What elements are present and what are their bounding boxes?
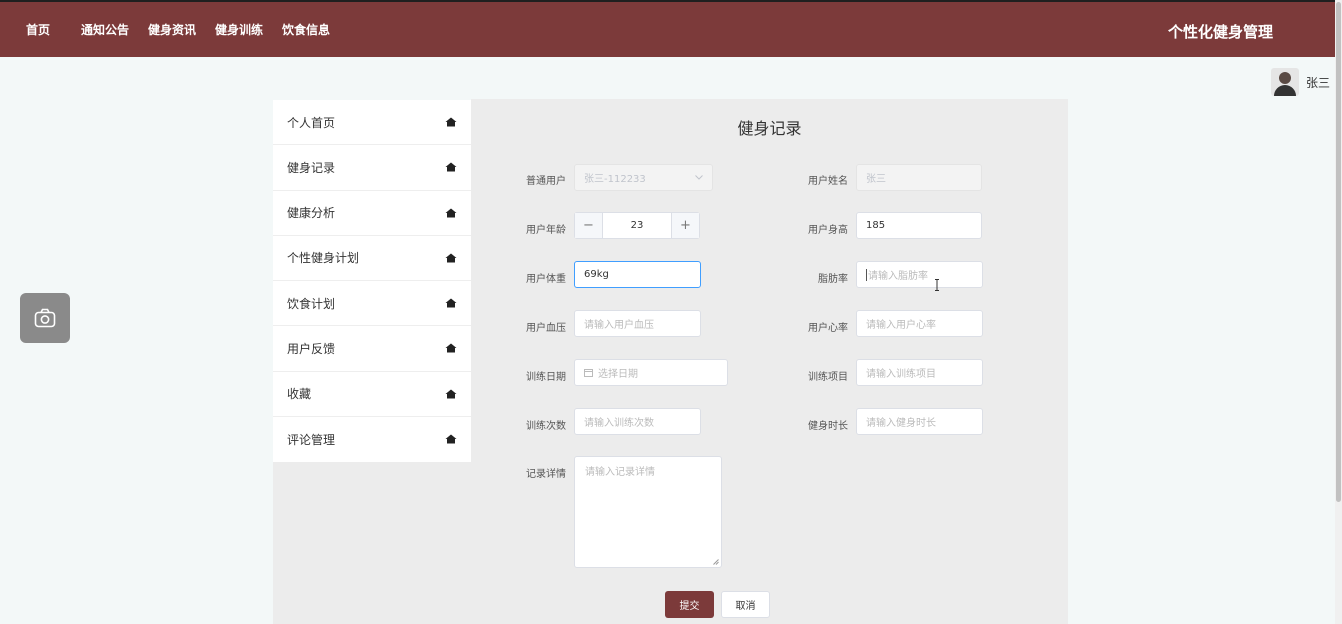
duration-field[interactable]: 请输入健身时长 [856, 408, 983, 435]
detail-placeholder: 请输入记录详情 [585, 467, 655, 478]
sidebar-item-label: 饮食计划 [287, 296, 336, 311]
home-icon [445, 343, 457, 353]
duration-label: 健身时长 [808, 421, 848, 432]
height-field[interactable]: 185 [856, 212, 982, 239]
home-icon [445, 434, 457, 444]
user-name-field: 张三 [856, 164, 982, 191]
scrollbar[interactable] [1335, 0, 1342, 624]
nav-notices[interactable]: 通知公告 [81, 21, 129, 38]
home-icon [445, 253, 457, 263]
user-menu[interactable]: 张三 [1271, 68, 1330, 96]
blood-pressure-placeholder: 请输入用户血压 [584, 320, 654, 331]
nav-fitness-news[interactable]: 健身资讯 [148, 21, 196, 38]
sidebar-item-label: 健身记录 [287, 160, 336, 175]
nav-fitness-training[interactable]: 健身训练 [215, 21, 263, 38]
detail-label: 记录详情 [526, 469, 566, 480]
home-icon [445, 298, 457, 308]
sidebar-item-label: 评论管理 [287, 432, 336, 447]
user-type-label: 普通用户 [526, 176, 566, 187]
weight-label: 用户体重 [526, 274, 566, 285]
train-date-placeholder: 选择日期 [598, 369, 638, 380]
age-decrement-button[interactable]: − [575, 213, 603, 238]
height-value: 185 [866, 220, 886, 231]
panel-background [273, 462, 471, 624]
sidebar-item-label: 个性健身计划 [287, 251, 360, 266]
user-type-value: 张三-112233 [584, 174, 646, 185]
sidebar-item-fitness-plan[interactable]: 个性健身计划 [273, 236, 471, 281]
sidebar-item-diet-plan[interactable]: 饮食计划 [273, 281, 471, 327]
train-count-label: 训练次数 [526, 421, 566, 432]
user-name-value: 张三 [866, 174, 886, 185]
train-count-field[interactable]: 请输入训练次数 [574, 408, 701, 435]
sidebar-item-personal-home[interactable]: 个人首页 [273, 100, 471, 146]
sidebar-item-label: 用户反馈 [287, 341, 336, 356]
nav-home[interactable]: 首页 [26, 21, 50, 38]
sidebar-item-comments[interactable]: 评论管理 [273, 417, 471, 462]
train-date-picker[interactable]: 选择日期 [574, 359, 728, 386]
blood-pressure-label: 用户血压 [526, 323, 566, 334]
train-date-label: 训练日期 [526, 372, 566, 383]
nav-diet-info[interactable]: 饮食信息 [282, 21, 330, 38]
age-value[interactable]: 23 [603, 213, 671, 238]
avatar[interactable] [1271, 68, 1299, 96]
camera-icon [34, 308, 56, 328]
sidebar-item-feedback[interactable]: 用户反馈 [273, 326, 471, 372]
body-fat-placeholder: 请输入脂肪率 [868, 271, 928, 282]
site-title: 个性化健身管理 [1168, 23, 1274, 41]
weight-field[interactable]: 69kg [574, 261, 701, 288]
body-fat-field[interactable]: 请输入脂肪率 [856, 261, 983, 288]
user-type-select: 张三-112233 [574, 164, 713, 191]
duration-placeholder: 请输入健身时长 [866, 418, 936, 429]
age-increment-button[interactable]: + [671, 213, 699, 238]
sidebar-item-health-analysis[interactable]: 健康分析 [273, 191, 471, 236]
page-title: 健身记录 [737, 119, 802, 138]
cancel-button[interactable]: 取消 [721, 591, 770, 618]
sidebar-menu: 个人首页 健身记录 健康分析 个性健身计划 饮食计划 用户反馈 收藏 评论管理 [273, 100, 471, 462]
calendar-icon [584, 369, 593, 377]
height-label: 用户身高 [808, 225, 848, 236]
detail-textarea[interactable]: 请输入记录详情 [574, 456, 722, 568]
sidebar-item-fitness-record[interactable]: 健身记录 [273, 145, 471, 191]
train-item-placeholder: 请输入训练项目 [866, 369, 936, 380]
heart-rate-field[interactable]: 请输入用户心率 [856, 310, 983, 337]
home-icon [445, 117, 457, 127]
top-nav-bar: 首页 通知公告 健身资讯 健身训练 饮食信息 个性化健身管理 [0, 0, 1342, 57]
submit-button[interactable]: 提交 [665, 591, 714, 618]
blood-pressure-field[interactable]: 请输入用户血压 [574, 310, 701, 337]
chevron-down-icon [695, 175, 703, 180]
sidebar-item-label: 个人首页 [287, 115, 336, 130]
train-count-placeholder: 请输入训练次数 [584, 418, 654, 429]
train-item-field[interactable]: 请输入训练项目 [856, 359, 983, 386]
home-icon [445, 162, 457, 172]
age-label: 用户年龄 [526, 225, 566, 236]
age-stepper[interactable]: − 23 + [574, 212, 700, 239]
scrollbar-thumb[interactable] [1336, 2, 1341, 502]
heart-rate-placeholder: 请输入用户心率 [866, 320, 936, 331]
home-icon [445, 208, 457, 218]
camera-button[interactable] [20, 293, 70, 343]
sidebar-item-label: 收藏 [287, 387, 312, 402]
body-fat-label: 脂肪率 [818, 274, 848, 285]
weight-value: 69kg [584, 269, 609, 280]
text-cursor-icon [935, 279, 939, 291]
home-icon [445, 389, 457, 399]
train-item-label: 训练项目 [808, 372, 848, 383]
resize-handle-icon[interactable] [713, 559, 719, 565]
user-name[interactable]: 张三 [1306, 74, 1330, 91]
user-name-label: 用户姓名 [808, 176, 848, 187]
text-caret [866, 268, 867, 281]
heart-rate-label: 用户心率 [808, 323, 848, 334]
sidebar-item-favorites[interactable]: 收藏 [273, 372, 471, 417]
fitness-record-form: 健身记录 普通用户 张三-112233 用户姓名 张三 用户年龄 − 23 + … [471, 99, 1068, 624]
sidebar-item-label: 健康分析 [287, 206, 336, 221]
